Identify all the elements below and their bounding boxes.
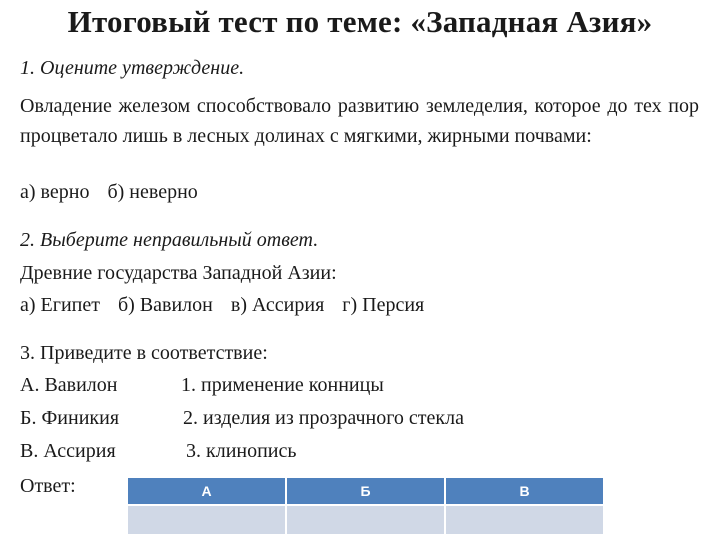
question-2-options: а) Египет б) Вавилон в) Ассирия г) Персия [20, 294, 424, 317]
answer-header-a: А [128, 478, 285, 504]
match-right-1: 1. применение конницы [181, 374, 384, 396]
option-d[interactable]: г) Персия [342, 294, 424, 316]
answer-cell-a[interactable] [128, 506, 285, 534]
page-title: Итоговый тест по теме: «Западная Азия» [67, 4, 653, 39]
answer-cell-b[interactable] [287, 506, 444, 534]
answer-header-v: В [446, 478, 603, 504]
option-false[interactable]: б) неверно [107, 181, 197, 203]
question-1-options: а) верно б) неверно [20, 181, 198, 204]
question-3-heading: 3. Приведите в соответствие: [20, 342, 268, 364]
question-1-statement: Овладение железом способствовало развити… [20, 95, 699, 147]
match-left-2: Б. Финикия [20, 407, 120, 429]
option-a[interactable]: а) Египет [20, 294, 100, 316]
answer-label: Ответ: [20, 475, 76, 497]
match-right-3: 3. клинопись [186, 440, 297, 462]
option-true[interactable]: а) верно [20, 181, 89, 203]
question-2-prompt: Древние государства Западной Азии: [20, 262, 337, 284]
match-left-1: А. Вавилон [20, 374, 118, 396]
answer-cell-v[interactable] [446, 506, 603, 534]
match-right-2: 2. изделия из прозрачного стекла [183, 407, 464, 429]
answer-table-row [128, 506, 603, 534]
question-2-heading: 2. Выберите неправильный ответ. [20, 229, 319, 251]
option-b[interactable]: б) Вавилон [118, 294, 213, 316]
answer-header-b: Б [287, 478, 444, 504]
match-left-3: В. Ассирия [20, 440, 116, 462]
answer-table-header-row: А Б В [128, 478, 603, 504]
option-c[interactable]: в) Ассирия [231, 294, 324, 316]
question-1-heading: 1. Оцените утверждение. [20, 57, 245, 79]
answer-table: А Б В [126, 476, 605, 536]
